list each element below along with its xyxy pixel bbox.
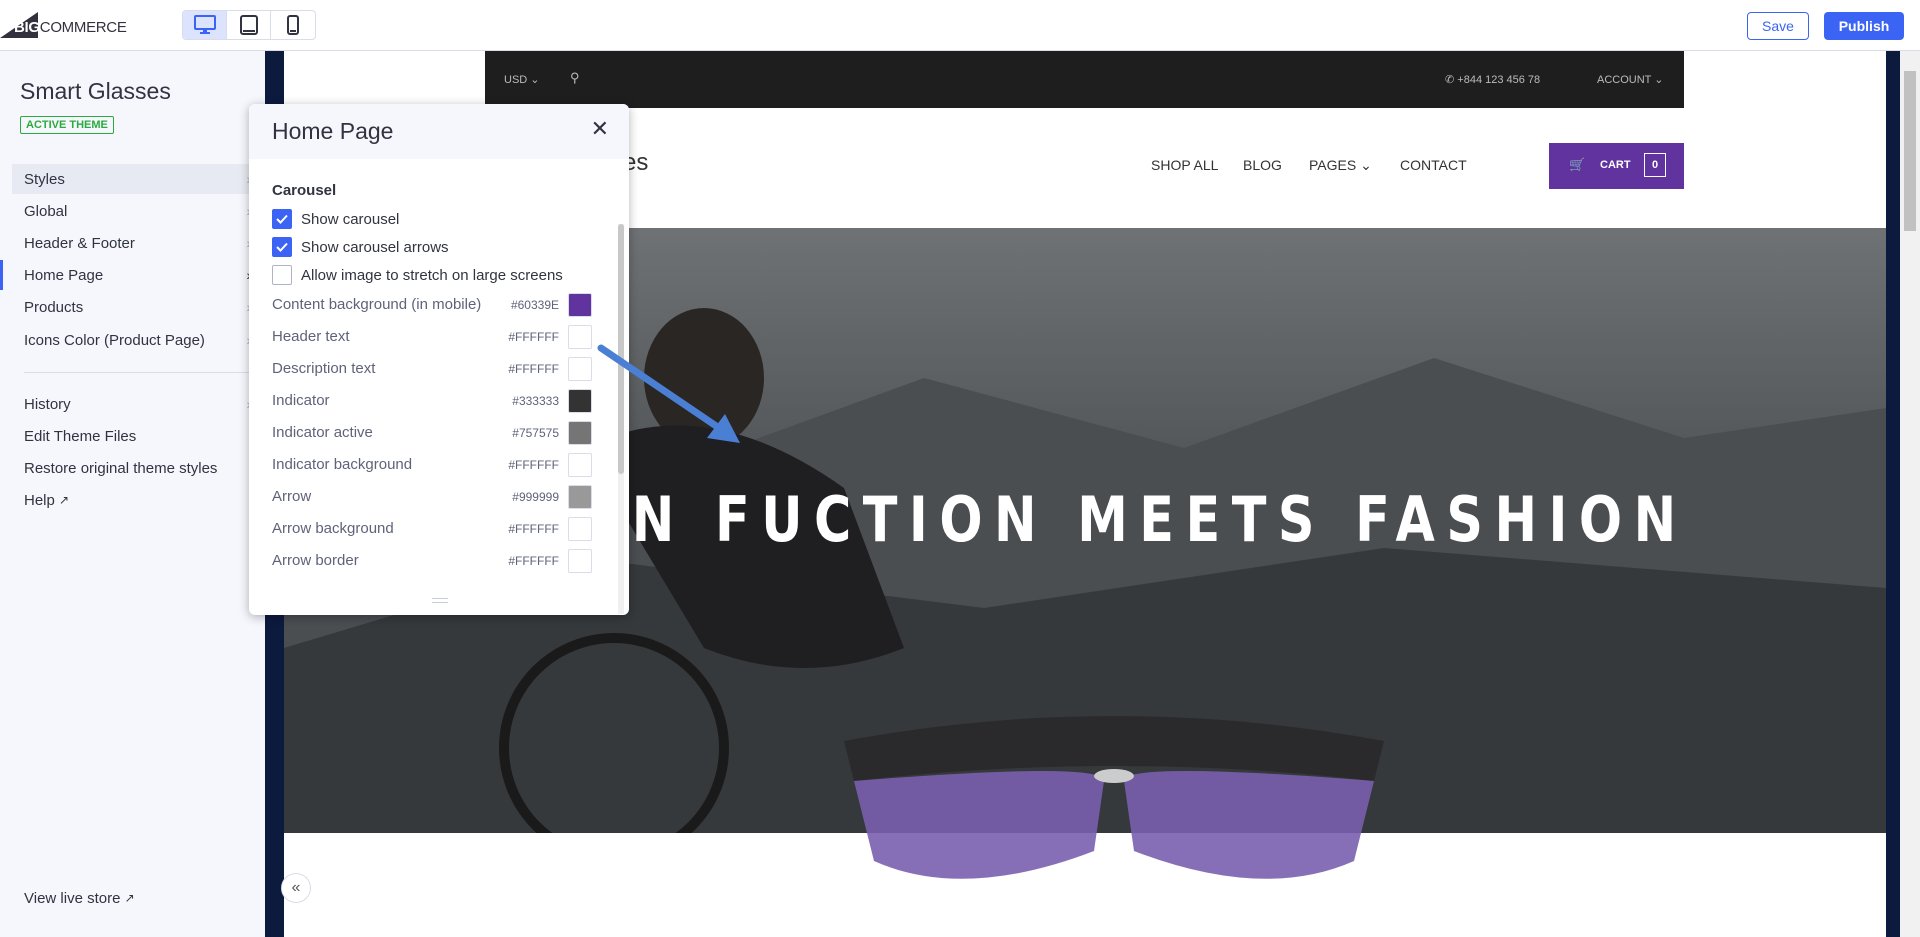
- color-label: Indicator background: [272, 456, 413, 473]
- sidebar-item-icons-color[interactable]: Icons Color (Product Page)›: [12, 325, 253, 355]
- currency-select[interactable]: USD ⌄: [504, 73, 540, 86]
- save-button[interactable]: Save: [1747, 12, 1809, 40]
- external-link-icon: ↗: [124, 891, 135, 905]
- color-swatch[interactable]: [568, 517, 592, 541]
- color-swatch[interactable]: [568, 357, 592, 381]
- color-swatch[interactable]: [568, 485, 592, 509]
- sidebar-item-history[interactable]: History›: [12, 389, 253, 419]
- home-page-settings-panel: Home Page ✕ Carousel Show carousel Show …: [249, 104, 629, 615]
- tablet-icon: [239, 15, 258, 35]
- color-label: Arrow: [272, 488, 312, 505]
- cart-count: 0: [1644, 153, 1666, 177]
- color-setting-row: Content background (in mobile) #60339E: [272, 293, 592, 317]
- sidebar-item-header-footer[interactable]: Header & Footer›: [12, 228, 253, 258]
- sidebar-item-styles[interactable]: Styles›: [12, 164, 253, 194]
- view-live-store-link[interactable]: View live store ↗: [12, 883, 253, 913]
- color-swatch[interactable]: [568, 421, 592, 445]
- color-label: Indicator active: [272, 424, 373, 441]
- publish-button[interactable]: Publish: [1824, 12, 1904, 40]
- color-swatch[interactable]: [568, 549, 592, 573]
- preview-frame-right: [1886, 51, 1900, 937]
- collapse-sidebar-button[interactable]: «: [281, 873, 311, 903]
- section-heading: Carousel: [272, 182, 337, 199]
- color-hex: #757575: [512, 426, 559, 440]
- color-setting-row: Description text #FFFFFF: [272, 357, 592, 381]
- color-setting-row: Indicator active #757575: [272, 421, 592, 445]
- color-hex: #FFFFFF: [508, 330, 559, 344]
- edit-theme-files-link[interactable]: Edit Theme Files: [12, 421, 253, 451]
- color-swatch[interactable]: [568, 453, 592, 477]
- color-hex: #333333: [512, 394, 559, 408]
- checkbox-checked-icon: [272, 209, 292, 229]
- preview-scrollbar[interactable]: [1900, 51, 1920, 937]
- device-switcher: [182, 10, 316, 40]
- close-icon[interactable]: ✕: [591, 116, 609, 142]
- color-hex: #FFFFFF: [508, 458, 559, 472]
- annotation-arrow: [597, 344, 740, 443]
- color-setting-row: Arrow background #FFFFFF: [272, 517, 592, 541]
- divider: [24, 372, 253, 373]
- theme-sidebar: Smart Glasses ACTIVE THEME Styles› Globa…: [0, 51, 265, 937]
- color-label: Description text: [272, 360, 376, 377]
- nav-pages[interactable]: PAGES ⌄: [1309, 157, 1372, 174]
- desktop-icon: [193, 15, 216, 34]
- search-icon[interactable]: ⚲: [570, 70, 580, 86]
- color-swatch[interactable]: [568, 293, 592, 317]
- color-label: Arrow background: [272, 520, 394, 537]
- color-label: Arrow border: [272, 552, 359, 569]
- color-swatch[interactable]: [568, 389, 592, 413]
- color-hex: #FFFFFF: [508, 362, 559, 376]
- allow-image-stretch-checkbox[interactable]: Allow image to stretch on large screens: [272, 264, 563, 286]
- show-carousel-checkbox[interactable]: Show carousel: [272, 208, 399, 230]
- sidebar-item-products[interactable]: Products›: [12, 292, 253, 322]
- color-setting-row: Header text #FFFFFF: [272, 325, 592, 349]
- color-label: Indicator: [272, 392, 330, 409]
- nav-contact[interactable]: CONTACT: [1400, 157, 1467, 173]
- color-hex: #999999: [512, 490, 559, 504]
- color-setting-row: Indicator background #FFFFFF: [272, 453, 592, 477]
- color-label: Content background (in mobile): [272, 296, 482, 313]
- cart-icon: 🛒: [1569, 157, 1586, 172]
- resize-handle[interactable]: [432, 598, 448, 603]
- mobile-icon: [287, 15, 299, 35]
- checkbox-checked-icon: [272, 237, 292, 257]
- sidebar-item-home-page[interactable]: Home Page›: [0, 260, 253, 290]
- color-hex: #FFFFFF: [508, 554, 559, 568]
- external-link-icon: ↗: [59, 493, 70, 507]
- color-label: Header text: [272, 328, 350, 345]
- tablet-view-button[interactable]: [227, 11, 271, 39]
- help-link[interactable]: Help ↗: [12, 485, 253, 515]
- show-carousel-arrows-checkbox[interactable]: Show carousel arrows: [272, 236, 449, 258]
- sunglasses-image: [844, 716, 1384, 879]
- mobile-view-button[interactable]: [271, 11, 315, 39]
- nav-shop-all[interactable]: SHOP ALL: [1151, 157, 1218, 173]
- nav-blog[interactable]: BLOG: [1243, 157, 1282, 173]
- hero-heading: WHEN FUCTION MEETS FASHION: [464, 483, 1688, 556]
- account-menu[interactable]: ACCOUNT ⌄: [1597, 73, 1663, 86]
- color-setting-row: Arrow #999999: [272, 485, 592, 509]
- color-setting-row: Indicator #333333: [272, 389, 592, 413]
- desktop-view-button[interactable]: [183, 11, 227, 39]
- panel-header: Home Page ✕: [249, 104, 629, 159]
- store-top-bar: USD ⌄ ⚲ ✆ +844 123 456 78 ACCOUNT ⌄: [485, 51, 1684, 108]
- active-theme-badge: ACTIVE THEME: [20, 116, 114, 134]
- color-swatch[interactable]: [568, 325, 592, 349]
- bigcommerce-logo: BIGCOMMERCE: [0, 12, 130, 38]
- phone-number: ✆ +844 123 456 78: [1445, 74, 1541, 86]
- theme-title: Smart Glasses: [20, 78, 171, 104]
- color-hex: #60339E: [510, 298, 559, 312]
- color-hex: #FFFFFF: [508, 522, 559, 536]
- checkbox-unchecked-icon: [272, 265, 292, 285]
- top-bar: BIGCOMMERCE Save Publish: [0, 0, 1920, 51]
- panel-title: Home Page: [272, 118, 394, 144]
- sidebar-item-global[interactable]: Global›: [12, 196, 253, 226]
- color-setting-row: Arrow border #FFFFFF: [272, 549, 592, 573]
- restore-theme-styles-link[interactable]: Restore original theme styles: [12, 453, 253, 483]
- cart-button[interactable]: 🛒 CART 0: [1549, 143, 1684, 189]
- scroll-thumb[interactable]: [1904, 71, 1916, 231]
